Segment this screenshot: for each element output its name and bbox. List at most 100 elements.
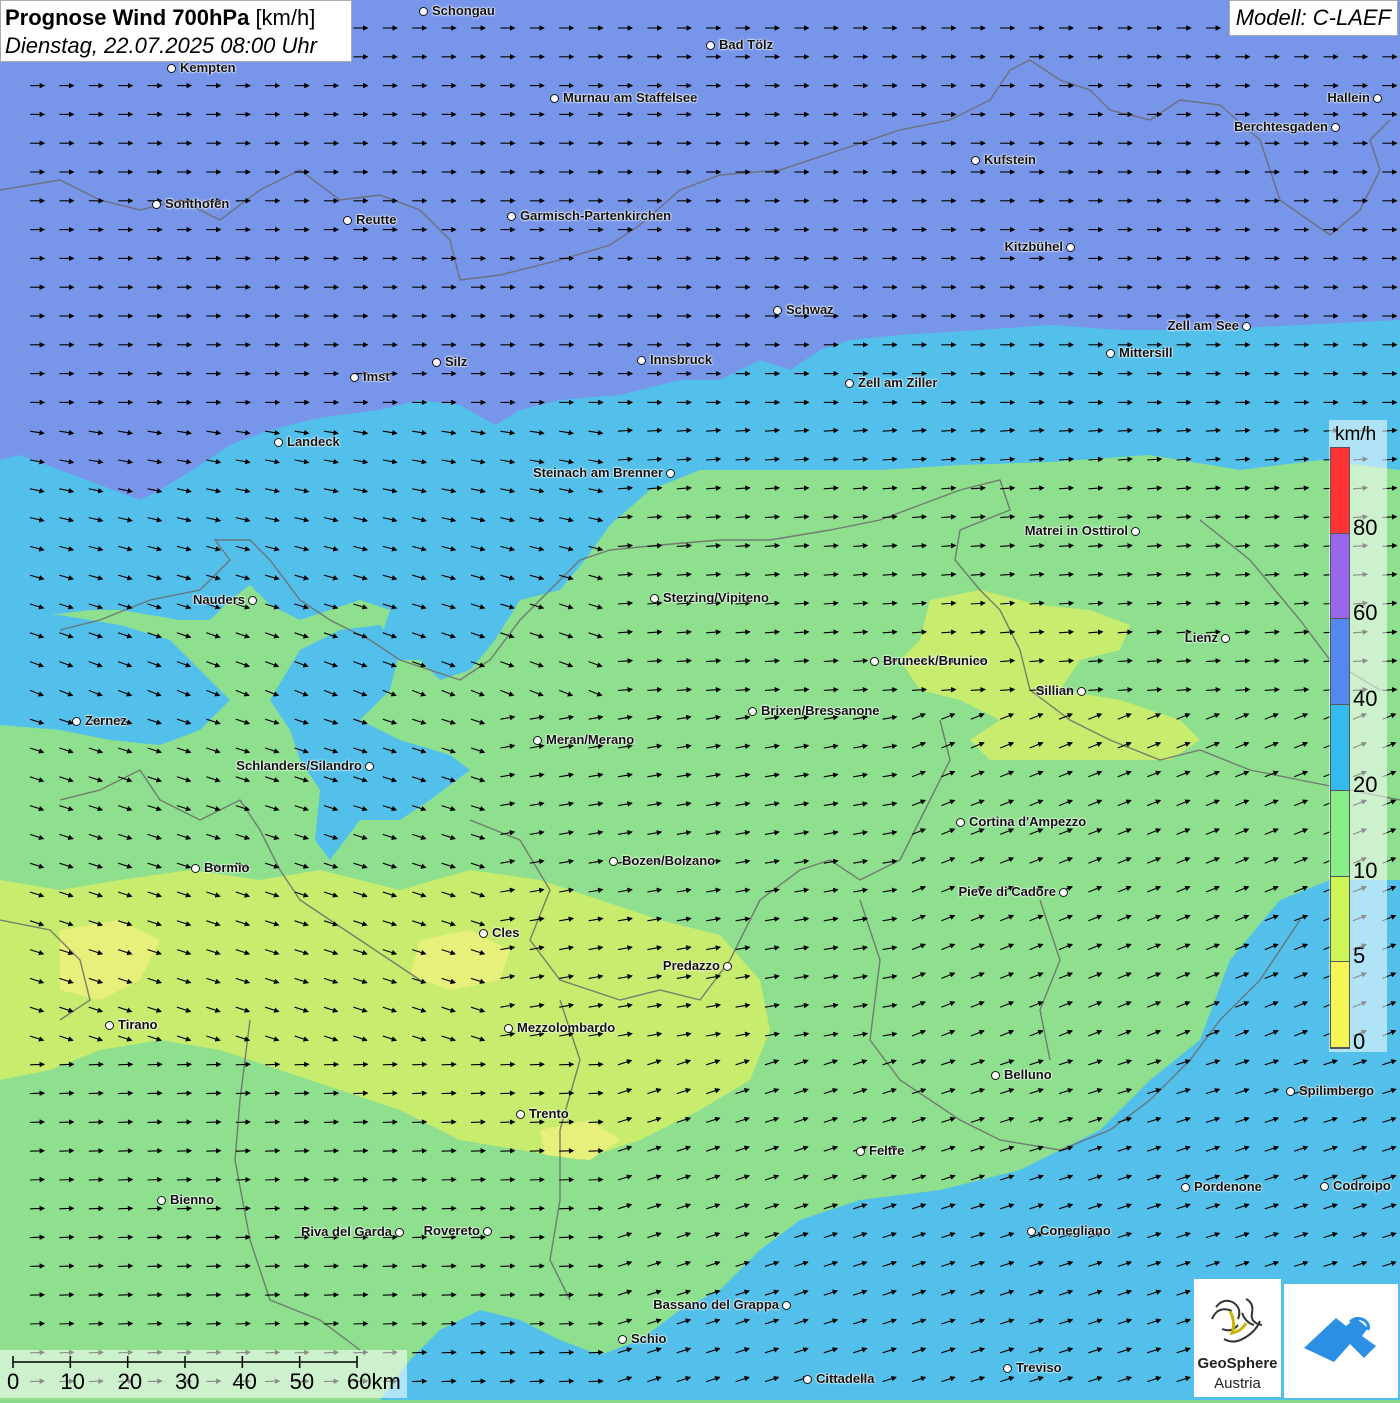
wind-arrow — [147, 1292, 163, 1298]
wind-arrow — [382, 1292, 398, 1298]
wind-arrow — [353, 1119, 369, 1125]
wind-arrow — [265, 1263, 281, 1269]
city-marker — [1221, 634, 1230, 643]
wind-arrow — [206, 1119, 222, 1125]
wind-arrow — [265, 1119, 281, 1125]
wind-arrow — [235, 1292, 251, 1298]
wind-arrow — [59, 1119, 75, 1125]
wind-arrow — [529, 1148, 545, 1154]
legend-label: 5 — [1353, 943, 1366, 969]
wind-arrow — [88, 1148, 104, 1154]
wind-arrow — [500, 1320, 516, 1327]
wind-arrow — [588, 1320, 604, 1327]
map-unit: [km/h] — [255, 5, 316, 30]
geosphere-logo: GeoSphere Austria — [1194, 1279, 1281, 1397]
wind-arrow — [294, 1176, 310, 1183]
wind-arrow — [294, 1119, 310, 1125]
wind-arrow — [88, 1176, 104, 1183]
city-label: Predazzo — [662, 958, 720, 973]
city-marker — [483, 1227, 492, 1236]
wind-arrow — [29, 1090, 46, 1097]
wind-arrow — [500, 1090, 516, 1097]
legend-color-bar — [1330, 447, 1350, 1049]
wind-arrow — [382, 1205, 398, 1212]
wind-arrow — [588, 1234, 604, 1241]
wind-arrow — [500, 1292, 516, 1298]
wind-arrow — [441, 1090, 457, 1097]
wind-arrow — [412, 1349, 428, 1356]
wind-arrow — [235, 1148, 251, 1154]
wind-arrow — [412, 1292, 428, 1298]
wind-arrow — [176, 1292, 193, 1298]
city-marker — [991, 1071, 1000, 1080]
logo-name-line2: Austria — [1214, 1375, 1261, 1392]
scale-label: 20 — [117, 1369, 143, 1394]
city-marker — [748, 707, 757, 716]
legend-label: 10 — [1353, 857, 1378, 883]
wind-arrow — [382, 1320, 398, 1327]
wind-arrow — [588, 1148, 604, 1154]
wind-arrow — [88, 1234, 104, 1241]
wind-arrow — [59, 1234, 75, 1241]
wind-arrow — [206, 1292, 222, 1298]
wind-arrow — [353, 1263, 369, 1269]
city-marker — [504, 1024, 513, 1033]
wind-arrow — [147, 1176, 163, 1183]
wind-arrow — [59, 1061, 75, 1068]
wind-arrow — [59, 1176, 75, 1183]
wind-arrow — [470, 1292, 487, 1298]
city-marker — [609, 857, 618, 866]
wind-arrow — [265, 1148, 281, 1154]
city-label: Sonthofen — [165, 196, 230, 211]
wind-arrow — [323, 1176, 340, 1183]
wind-arrow — [147, 1320, 163, 1327]
legend-swatch — [1331, 790, 1349, 877]
wind-arrow — [559, 1176, 575, 1183]
wind-arrow — [147, 1148, 163, 1154]
city-label: Zernez — [85, 713, 127, 728]
city-marker — [666, 469, 675, 478]
city-label: Cles — [492, 925, 520, 940]
legend-swatch — [1331, 876, 1349, 963]
wind-arrow — [29, 1176, 46, 1183]
wind-arrow — [470, 1205, 487, 1212]
wind-arrow — [353, 1090, 369, 1097]
city-label: Imst — [363, 369, 390, 384]
wind-arrow — [118, 1061, 134, 1068]
wind-arrow — [118, 1119, 134, 1125]
legend-swatch — [1331, 962, 1349, 1048]
wind-arrow — [235, 1234, 251, 1241]
wind-arrow — [118, 1176, 134, 1183]
wind-arrow — [559, 1263, 575, 1269]
wind-arrow — [441, 1061, 457, 1068]
wind-arrow — [206, 1320, 222, 1327]
city-label: Cortina d'Ampezzo — [969, 814, 1087, 829]
wind-arrow — [500, 1349, 516, 1356]
city-label: Lienz — [1184, 630, 1218, 645]
legend-label: 20 — [1353, 771, 1378, 797]
wind-arrow — [588, 1061, 604, 1068]
wind-arrow — [294, 1061, 310, 1068]
wind-arrow — [118, 1292, 134, 1298]
legend-swatch — [1331, 619, 1349, 706]
wind-arrow — [235, 1320, 251, 1327]
blue-arrow-logo — [1284, 1284, 1398, 1398]
city-label: Riva del Garda — [300, 1224, 392, 1239]
city-marker — [1131, 527, 1140, 536]
wind-arrow — [88, 1061, 104, 1068]
city-marker — [191, 864, 200, 873]
wind-arrow — [412, 1320, 428, 1327]
scale-label: 0 — [7, 1369, 20, 1394]
city-marker — [507, 212, 516, 221]
wind-arrow — [118, 1148, 134, 1154]
city-marker — [706, 41, 715, 50]
wind-arrow — [441, 1292, 457, 1298]
city-marker — [479, 929, 488, 938]
city-label: Silz — [445, 354, 468, 369]
wind-arrow — [412, 1061, 428, 1068]
wind-arrow — [118, 1205, 134, 1212]
legend-unit: km/h — [1335, 424, 1377, 445]
wind-arrow — [441, 1320, 457, 1327]
wind-arrow — [500, 1061, 516, 1068]
city-label: Reutte — [356, 212, 397, 227]
